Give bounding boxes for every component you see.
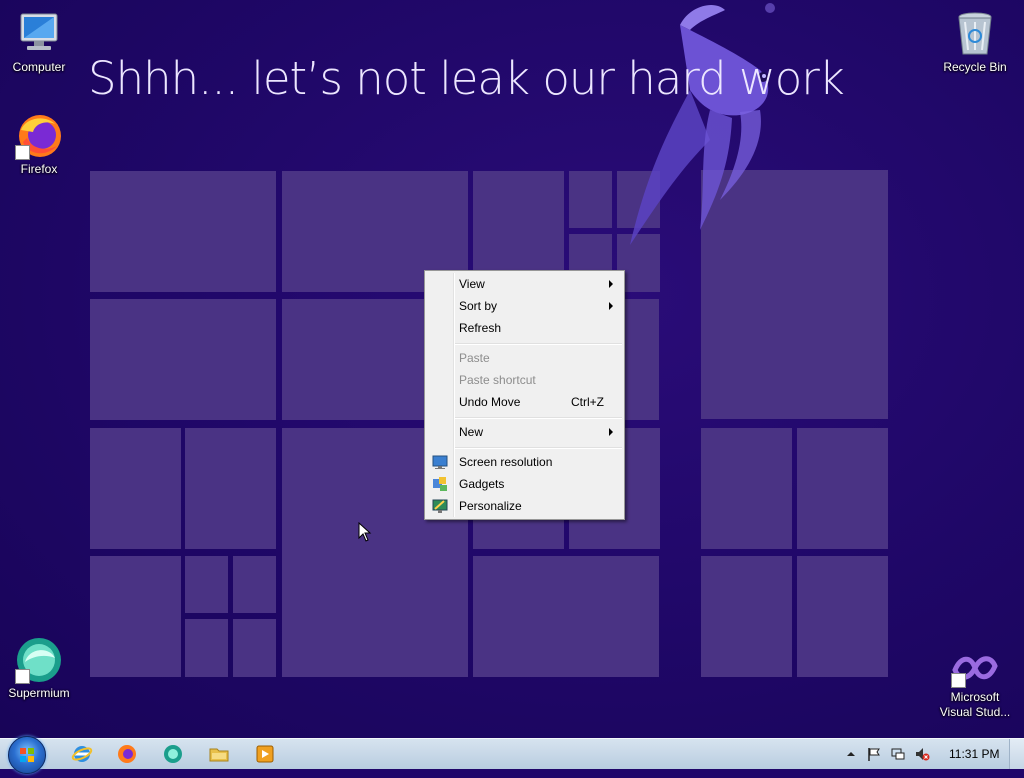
recycle-bin-icon — [951, 10, 999, 58]
menu-item-undo-move[interactable]: Undo Move Ctrl+Z — [427, 391, 622, 413]
menu-separator — [455, 417, 622, 419]
action-center-flag-icon[interactable] — [866, 746, 882, 762]
menu-item-label: Refresh — [459, 321, 502, 335]
screen-resolution-icon — [432, 455, 448, 469]
desktop-icon-label: Microsoft — [950, 690, 1000, 704]
volume-muted-icon[interactable] — [914, 746, 930, 762]
visual-studio-icon — [951, 650, 999, 688]
desktop[interactable]: Shhh... let’s not leak our hard work Com… — [0, 0, 1024, 738]
submenu-arrow-icon — [609, 302, 613, 310]
desktop-icon-computer[interactable]: Computer — [1, 10, 77, 75]
desktop-icon-recycle-bin[interactable]: Recycle Bin — [937, 10, 1013, 75]
supermium-icon[interactable] — [162, 743, 184, 765]
menu-separator — [455, 343, 622, 345]
menu-item-gadgets[interactable]: Gadgets — [427, 473, 622, 495]
submenu-arrow-icon — [609, 280, 613, 288]
desktop-icon-label: Computer — [12, 60, 66, 74]
network-icon[interactable] — [890, 746, 906, 762]
desktop-icon-label: Firefox — [20, 162, 58, 176]
firefox-icon[interactable] — [116, 743, 138, 765]
menu-item-paste: Paste — [427, 347, 622, 369]
menu-item-view[interactable]: View — [427, 273, 622, 295]
supermium-icon — [15, 636, 63, 684]
menu-item-label: Screen resolution — [459, 455, 553, 469]
show-desktop-button[interactable] — [1009, 739, 1024, 769]
menu-item-screen-resolution[interactable]: Screen resolution — [427, 451, 622, 473]
internet-explorer-icon[interactable] — [71, 743, 93, 765]
desktop-context-menu: View Sort by Refresh Paste Paste shortcu… — [424, 270, 625, 520]
wallpaper-headline: Shhh... let’s not leak our hard work — [88, 52, 845, 105]
betta-fish-illustration — [630, 3, 775, 245]
desktop-icon-label: Visual Stud... — [939, 705, 1011, 719]
menu-item-label: Personalize — [459, 499, 522, 513]
shortcut-arrow-icon — [15, 669, 30, 684]
gadgets-icon — [433, 477, 447, 491]
desktop-icon-visual-studio[interactable]: Microsoft Visual Stud... — [937, 650, 1013, 720]
submenu-arrow-icon — [609, 428, 613, 436]
menu-item-label: Gadgets — [459, 477, 505, 491]
menu-item-label: View — [459, 277, 485, 291]
menu-item-personalize[interactable]: Personalize — [427, 495, 622, 517]
desktop-icon-label: Recycle Bin — [943, 60, 1007, 74]
taskbar: 11:31 PM — [0, 736, 1024, 774]
taskbar-clock[interactable]: 11:31 PM — [949, 747, 999, 761]
menu-item-shortcut: Ctrl+Z — [571, 395, 604, 409]
desktop-icon-firefox[interactable]: Firefox — [1, 112, 77, 177]
shortcut-arrow-icon — [15, 145, 30, 160]
menu-item-label: New — [459, 425, 484, 439]
menu-item-label: Undo Move — [459, 395, 521, 409]
computer-icon — [15, 10, 63, 58]
start-button[interactable] — [8, 736, 46, 774]
mouse-cursor-icon — [358, 522, 372, 542]
menu-item-new[interactable]: New — [427, 421, 622, 443]
personalize-icon — [432, 499, 448, 513]
shortcut-arrow-icon — [951, 673, 966, 688]
menu-item-sort-by[interactable]: Sort by — [427, 295, 622, 317]
menu-item-paste-shortcut: Paste shortcut — [427, 369, 622, 391]
menu-item-label: Sort by — [459, 299, 498, 313]
desktop-icon-supermium[interactable]: Supermium — [1, 636, 77, 701]
file-explorer-icon[interactable] — [208, 743, 230, 765]
menu-item-refresh[interactable]: Refresh — [427, 317, 622, 339]
desktop-icon-label: Supermium — [8, 686, 70, 700]
media-player-icon[interactable] — [254, 743, 276, 765]
show-hidden-icons-arrow[interactable] — [843, 746, 859, 762]
menu-separator — [455, 447, 622, 449]
firefox-icon — [15, 112, 63, 160]
menu-item-label: Paste — [459, 351, 490, 365]
menu-item-label: Paste shortcut — [459, 373, 536, 387]
